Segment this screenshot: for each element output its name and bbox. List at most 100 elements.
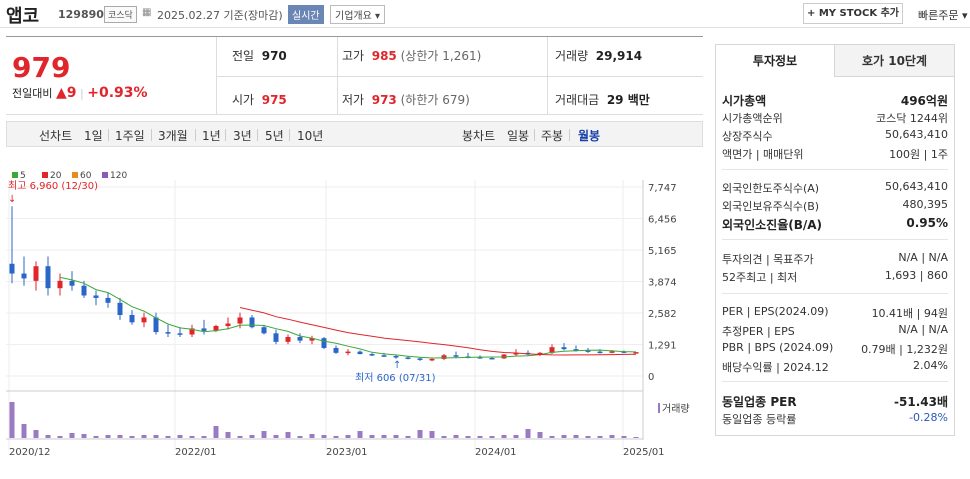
info-key: 외국인한도주식수(A) <box>722 182 820 195</box>
candle-body <box>561 347 567 350</box>
candle-weekly[interactable]: 주봉 <box>541 127 563 144</box>
company-overview-dropdown[interactable]: 기업개요 ▾ <box>330 5 385 24</box>
info-row: 추정PER | EPS N/A | N/A <box>722 321 948 339</box>
candle-chart-label: 봉차트 <box>462 129 496 143</box>
volume-bar <box>417 430 423 438</box>
y-tick-label: 2,582 <box>648 309 677 320</box>
volume-bar <box>9 402 15 438</box>
calendar-icon: ▦ <box>142 7 152 18</box>
candle-daily[interactable]: 일봉 <box>507 127 529 144</box>
candle-body <box>45 266 51 289</box>
candle-body <box>249 317 255 328</box>
volume-bar <box>249 435 255 438</box>
info-row: 동일업종 PER -51.43배 <box>722 391 948 409</box>
candle-body <box>177 333 183 335</box>
candle-body <box>417 358 423 360</box>
volume-bar <box>141 435 147 438</box>
volume-bar <box>405 436 411 438</box>
candle-body <box>237 317 243 324</box>
period-1y[interactable]: 1년 <box>202 127 221 144</box>
divider <box>257 129 258 141</box>
period-10y[interactable]: 10년 <box>297 127 323 144</box>
trade-amount: 거래대금 29 백만 <box>555 91 650 108</box>
info-key: 시가총액순위 <box>722 112 783 125</box>
volume-bar <box>45 435 51 438</box>
info-row: 시가총액순위 코스닥 1244위 <box>722 108 948 126</box>
candlestick-chart-svg: 5 20 60 120 7,747 6,456 5,165 3,874 2,582 1,291 0… <box>6 171 690 458</box>
candle-body <box>369 354 375 356</box>
divider <box>534 129 535 141</box>
divider <box>569 129 570 141</box>
info-key: 상장주식수 <box>722 130 773 143</box>
period-3m[interactable]: 3개월 <box>158 127 188 144</box>
candle-body <box>165 332 171 334</box>
volume-label: 거래량 <box>662 403 690 415</box>
volume-bar <box>585 436 591 438</box>
x-tick-label: 2022/01 <box>175 447 217 458</box>
candle-body <box>453 355 459 357</box>
stock-header: 앱코 129890 코스닥 ▦ 2025.02.27 기준(장마감) 실시간 기… <box>0 0 970 28</box>
candle-body <box>201 328 207 331</box>
diff-value: 9 <box>66 85 77 101</box>
candle-body <box>333 347 339 353</box>
volume-bar <box>441 436 447 438</box>
y-tick-label: 1,291 <box>648 341 677 352</box>
candle-monthly[interactable]: 월봉 <box>578 127 600 144</box>
volume-bar <box>261 431 267 438</box>
low-value: 973 <box>371 93 397 107</box>
volume-bar <box>369 435 375 438</box>
legend-swatch <box>102 172 108 178</box>
info-key: 액면가 | 매매단위 <box>722 148 804 161</box>
my-stock-add-button[interactable]: + MY STOCK 추가 <box>803 3 903 24</box>
open-label: 시가 <box>232 93 255 107</box>
volume-bar <box>177 435 183 438</box>
volume-bar <box>333 436 339 438</box>
volume-bar <box>201 436 207 438</box>
volume-bars <box>9 402 639 438</box>
volume-bar <box>321 435 327 438</box>
tab-invest-info[interactable]: 투자정보 <box>716 45 835 77</box>
period-1d[interactable]: 1일 <box>84 127 103 144</box>
volume-bar <box>273 435 279 438</box>
investment-info-panel: 투자정보 호가 10단계 시가총액 496억원시가총액순위 코스닥 1244위상장주… <box>715 44 955 436</box>
high-label: 고가 <box>342 49 365 63</box>
info-value: 코스닥 1244위 <box>876 112 948 125</box>
legend-label: 5 <box>20 171 26 181</box>
x-tick-label: 2020/12 <box>9 447 51 458</box>
info-value: 0.95% <box>906 216 948 230</box>
x-tick-label: 2024/01 <box>475 447 517 458</box>
volume-bar <box>525 429 531 438</box>
volume-bar <box>453 435 459 438</box>
volume-bar <box>129 436 135 438</box>
period-5y[interactable]: 5년 <box>265 127 284 144</box>
tab-orderbook[interactable]: 호가 10단계 <box>835 45 954 77</box>
candle-body <box>9 263 15 274</box>
volume-bar <box>429 431 435 438</box>
candle-body <box>489 357 495 360</box>
divider <box>108 129 109 141</box>
volume-bar <box>285 432 291 438</box>
info-row: 외국인한도주식수(A) 50,643,410 <box>722 178 948 196</box>
volume: 거래량 29,914 <box>555 47 642 64</box>
candle-body <box>273 333 279 342</box>
volume-bar <box>189 436 195 438</box>
info-row: 시가총액 496억원 <box>722 90 948 108</box>
info-row: 외국인보유주식수(B) 480,395 <box>722 196 948 214</box>
info-key: 시가총액 <box>722 94 767 108</box>
info-value: 50,643,410 <box>885 128 948 141</box>
candle-body <box>381 355 387 357</box>
period-1w[interactable]: 1주일 <box>115 127 145 144</box>
volume-bar <box>297 436 303 438</box>
quick-order-dropdown[interactable]: 빠른주문 ▾ <box>918 7 968 23</box>
y-tick-label: 5,165 <box>648 246 677 257</box>
candles <box>9 206 639 362</box>
upper-limit: (상한가 1,261) <box>400 49 482 63</box>
volume-bar <box>21 424 27 438</box>
divider <box>216 76 703 77</box>
legend-swatch <box>12 172 18 178</box>
period-3y[interactable]: 3년 <box>233 127 252 144</box>
prev-label: 전일 <box>232 49 255 63</box>
realtime-button[interactable]: 실시간 <box>288 5 324 24</box>
volume-bar <box>465 436 471 438</box>
candle-body <box>405 357 411 359</box>
